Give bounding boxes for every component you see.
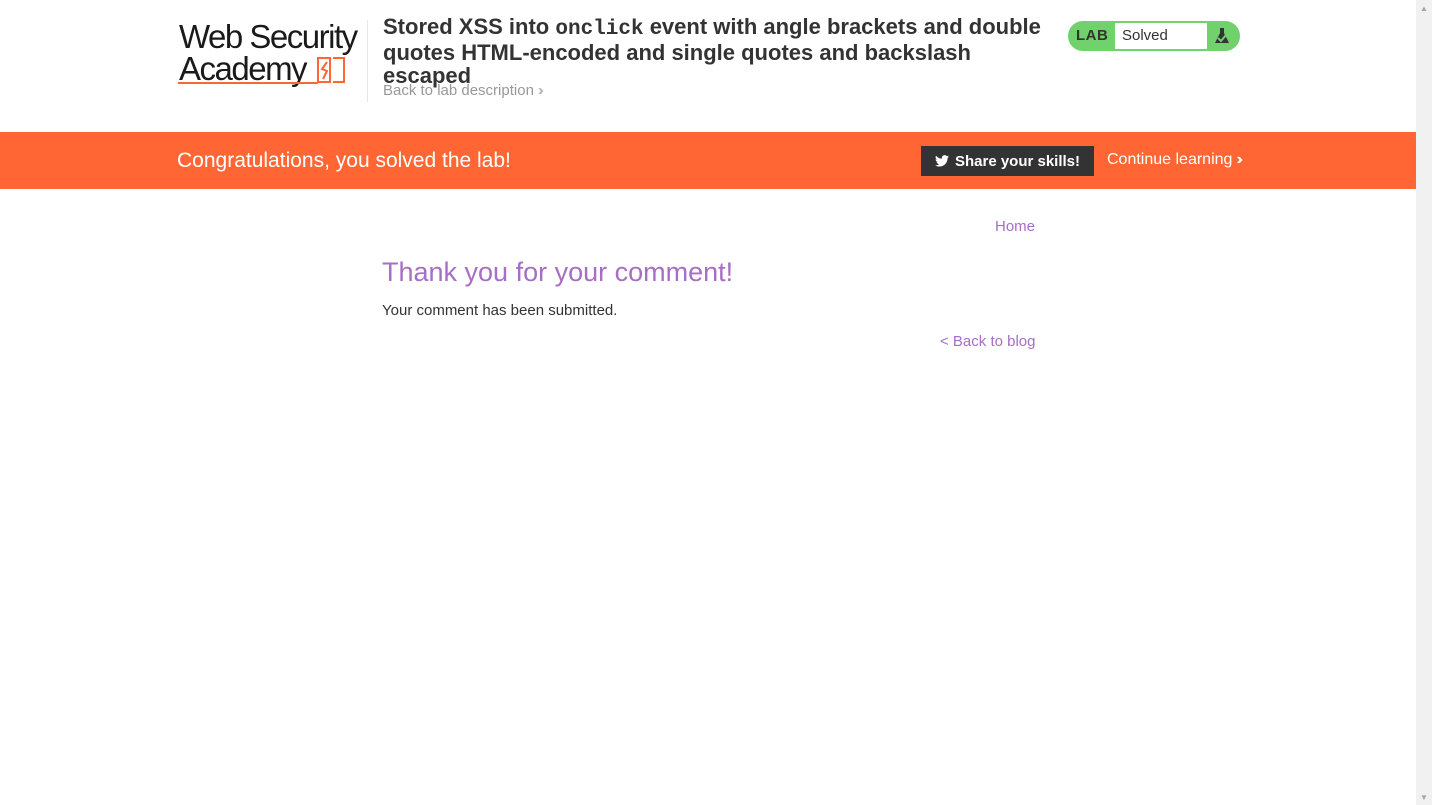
back-to-lab-description-label: Back to lab description <box>383 82 534 99</box>
logo-line1: Web Security <box>179 18 358 55</box>
academy-logo-mark-icon <box>317 57 345 83</box>
lab-title-part1: Stored XSS into <box>383 14 556 39</box>
scroll-down-arrow-icon[interactable]: ▼ <box>1416 789 1432 805</box>
logo-line2: Academy <box>179 50 308 87</box>
logo-underline <box>178 82 318 84</box>
scroll-up-arrow-icon[interactable]: ▲ <box>1416 0 1432 16</box>
lab-title: Stored XSS into onclick event with angle… <box>383 15 1063 87</box>
header: Web Security Academy Stored XSS into onc… <box>0 0 1416 132</box>
lab-flask-icon <box>1215 28 1229 43</box>
header-divider <box>367 20 368 102</box>
back-to-lab-description-link[interactable]: Back to lab description ›› <box>383 82 544 99</box>
continue-learning-label: Continue learning <box>1107 151 1233 168</box>
page-scrollbar[interactable]: ▲ ▼ <box>1416 0 1432 805</box>
double-chevron-right-icon: ›› <box>537 82 544 99</box>
submission-message: Your comment has been submitted. <box>382 302 618 319</box>
share-your-skills-label: Share your skills! <box>954 152 1081 170</box>
home-link[interactable]: Home <box>995 218 1035 235</box>
double-chevron-right-icon: ›› <box>1236 151 1242 168</box>
back-to-blog-link[interactable]: < Back to blog <box>940 333 1035 350</box>
lab-badge: LAB <box>1076 27 1109 44</box>
twitter-icon <box>934 155 949 167</box>
lab-status-text: Solved <box>1115 23 1207 49</box>
lab-status-widget: LAB Solved <box>1068 21 1240 51</box>
continue-learning-link[interactable]: Continue learning ›› <box>1107 151 1243 169</box>
solved-banner: Congratulations, you solved the lab! Sha… <box>0 132 1416 189</box>
web-security-academy-logo[interactable]: Web Security Academy <box>178 18 366 88</box>
page-title: Thank you for your comment! <box>382 257 734 287</box>
lab-title-code: onclick <box>555 18 644 41</box>
share-your-skills-button[interactable]: Share your skills! <box>921 146 1094 176</box>
congratulations-message: Congratulations, you solved the lab! <box>177 149 511 172</box>
